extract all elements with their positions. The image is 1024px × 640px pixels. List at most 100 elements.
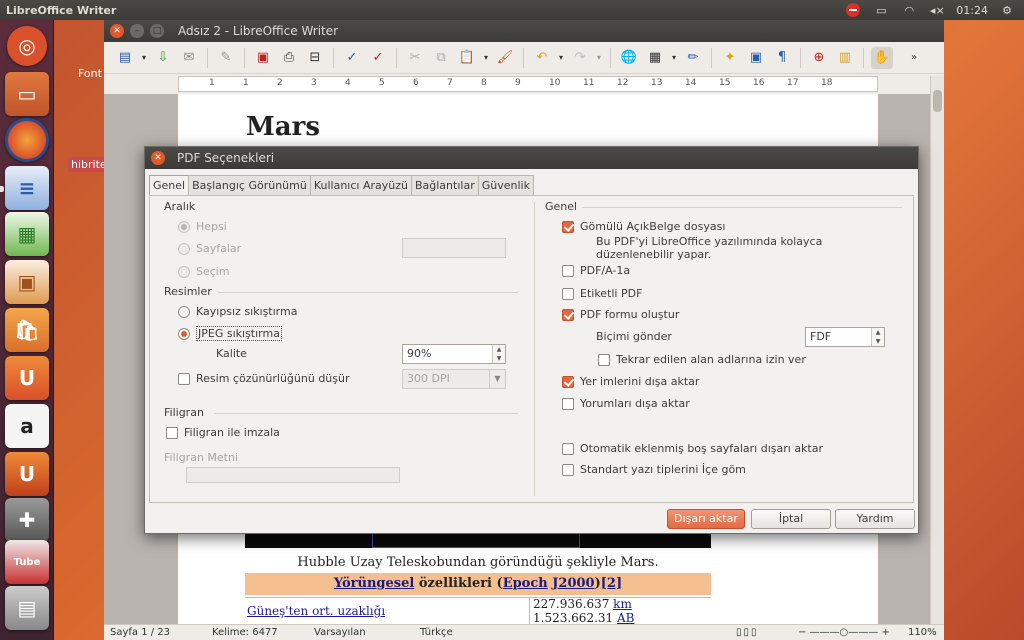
undo-icon[interactable]: ↶ (531, 47, 553, 69)
chevron-down-icon[interactable]: ▾ (670, 47, 678, 69)
table-row-unit-km-link[interactable]: km (613, 597, 632, 611)
copy-icon[interactable]: ⧉ (430, 47, 452, 69)
tab-genel[interactable]: Genel (149, 175, 190, 196)
tab-initial-view[interactable]: Başlangıç Görünümü (188, 175, 311, 195)
chevron-down-icon[interactable]: ▾ (557, 47, 565, 69)
range-pages-input[interactable] (402, 238, 506, 258)
ubuntu-one-music-icon[interactable]: U (5, 452, 49, 496)
range-all-radio[interactable]: Hepsi (178, 220, 227, 233)
hyperlink-icon[interactable]: 🌐 (618, 47, 640, 69)
tagged-pdf-checkbox[interactable]: Etiketli PDF (562, 287, 642, 300)
cancel-button[interactable]: İptal (751, 509, 831, 529)
wifi-icon[interactable]: ◠ (900, 3, 918, 17)
status-words[interactable]: Kelime: 6477 (212, 627, 278, 638)
zoom-slider[interactable]: − ———○——— + (798, 627, 890, 638)
print-preview-icon[interactable]: ⊟ (304, 47, 326, 69)
gallery-icon[interactable]: ▣ (745, 47, 767, 69)
battery-icon[interactable]: ▭ (872, 3, 890, 17)
spellcheck-icon[interactable]: ✓ (341, 47, 363, 69)
save-icon[interactable]: ✉ (178, 47, 200, 69)
lossless-radio[interactable]: Kayıpsız sıkıştırma (178, 305, 297, 318)
print-icon[interactable]: ⎙ (278, 47, 300, 69)
impress-icon[interactable]: ▣ (5, 260, 49, 304)
redo-icon[interactable]: ↷ (569, 47, 591, 69)
scrollbar-thumb[interactable] (933, 90, 942, 112)
orbit-link-j2000[interactable]: J2000 (552, 576, 594, 591)
dpi-combobox[interactable]: 300 DPI ▼ (402, 369, 506, 389)
spin-arrows-icon[interactable]: ▲ ▼ (871, 328, 884, 346)
watermark-text-input[interactable] (186, 467, 400, 483)
jpeg-radio[interactable]: JPEG sıkıştırma (178, 326, 282, 341)
range-selection-radio[interactable]: Seçim (178, 265, 230, 278)
orbit-link-epoch[interactable]: Epoch (503, 576, 548, 591)
export-bookmarks-checkbox[interactable]: Yer imlerini dışa aktar (562, 375, 699, 388)
horizontal-ruler[interactable]: 1 1 2 3 4 5 6 7 8 9 10 11 12 13 14 15 16 17 18 (178, 76, 878, 92)
amazon-icon[interactable]: a (5, 404, 49, 448)
close-icon[interactable]: ✕ (151, 151, 165, 165)
no-entry-icon[interactable] (844, 3, 862, 17)
new-document-icon[interactable]: ▤ (114, 47, 136, 69)
table-row-unit-au-link[interactable]: AB (617, 611, 634, 625)
edit-file-icon[interactable]: ✎ (215, 47, 237, 69)
export-blank-pages-checkbox[interactable]: Otomatik eklenmiş boş sayfaları dışarı a… (562, 442, 823, 455)
desktop-label-fonts[interactable]: Font (78, 67, 102, 80)
calc-icon[interactable]: ▦ (5, 212, 49, 256)
table-icon[interactable]: ▦ (644, 47, 666, 69)
reduce-resolution-checkbox[interactable]: Resim çözünürlüğünü düşür (178, 372, 350, 385)
table-row-label-link[interactable]: Güneş'ten ort. uzaklığı (247, 604, 385, 618)
status-style[interactable]: Varsayılan (314, 627, 366, 638)
chevron-down-icon[interactable]: ▾ (482, 47, 490, 69)
clone-formatting-icon[interactable]: 🖌 (494, 47, 516, 69)
view-layout-icons[interactable]: ▯▯▯ (736, 627, 759, 638)
writer-icon[interactable]: ≡ (5, 166, 49, 210)
tab-links[interactable]: Bağlantılar (410, 175, 479, 195)
sign-watermark-checkbox[interactable]: Filigran ile imzala (166, 426, 280, 439)
tab-user-interface[interactable]: Kullanıcı Arayüzü (309, 175, 412, 195)
youtube-app-icon[interactable]: Tube (5, 540, 49, 584)
vertical-scrollbar[interactable] (930, 76, 944, 624)
status-zoom[interactable]: 110% (908, 627, 937, 638)
firefox-icon[interactable] (5, 118, 49, 162)
embed-odf-checkbox[interactable]: Gömülü AçıkBelge dosyası (562, 220, 725, 233)
cut-icon[interactable]: ✂ (404, 47, 426, 69)
paste-icon[interactable]: 📋 (456, 47, 478, 69)
ubuntu-one-icon[interactable]: U (5, 356, 49, 400)
create-form-checkbox[interactable]: PDF formu oluştur (562, 308, 679, 321)
spin-arrows-icon[interactable]: ▲ ▼ (492, 345, 505, 363)
open-icon[interactable]: ⇩ (152, 47, 174, 69)
export-pdf-icon[interactable]: ▣ (252, 47, 274, 69)
submit-format-combobox[interactable]: FDF ▲ ▼ (805, 327, 885, 347)
help-button[interactable]: Yardım (835, 509, 915, 529)
help-icon[interactable]: ⊕ (808, 47, 830, 69)
range-pages-radio[interactable]: Sayfalar (178, 242, 241, 255)
toolbar-overflow-icon[interactable]: » (903, 47, 925, 69)
quality-spinbox[interactable]: 90% ▲ ▼ (402, 344, 506, 364)
close-icon[interactable]: ✕ (110, 24, 124, 38)
minimize-icon[interactable]: – (130, 24, 144, 38)
show-draw-functions-icon[interactable]: ✏ (682, 47, 704, 69)
orbit-link-yorungesel[interactable]: Yörüngesel (334, 576, 414, 591)
files-icon[interactable]: ▭ (5, 72, 49, 116)
status-page[interactable]: Sayfa 1 / 23 (110, 627, 170, 638)
gear-icon[interactable]: ⚙ (998, 3, 1016, 17)
workspace-switcher-icon[interactable]: ▤ (5, 586, 49, 630)
allow-duplicate-names-checkbox[interactable]: Tekrar edilen alan adlarına izin ver (598, 353, 806, 366)
export-comments-checkbox[interactable]: Yorumları dışa aktar (562, 397, 690, 410)
maximize-icon[interactable]: □ (150, 24, 164, 38)
zoom-icon[interactable]: ✋ (871, 46, 893, 69)
volume-icon[interactable]: ◂× (928, 3, 946, 17)
navigator-icon[interactable]: ✦ (719, 47, 741, 69)
status-language[interactable]: Türkçe (420, 627, 453, 638)
data-sources-icon[interactable]: ▥ (834, 47, 856, 69)
clock[interactable]: 01:24 (956, 4, 988, 17)
system-settings-icon[interactable]: ✚ (5, 498, 49, 542)
software-center-icon[interactable]: 🛍 (5, 308, 49, 352)
chevron-down-icon[interactable]: ▼ (489, 370, 505, 388)
ubuntu-dash-icon[interactable]: ◎ (7, 26, 47, 66)
pdfa-checkbox[interactable]: PDF/A-1a (562, 264, 630, 277)
orbit-link-ref[interactable]: [2] (601, 576, 622, 591)
tab-security[interactable]: Güvenlik (477, 175, 534, 195)
embed-standard-fonts-checkbox[interactable]: Standart yazı tiplerini İçe göm (562, 463, 746, 476)
chevron-down-icon[interactable]: ▾ (595, 47, 603, 69)
formatting-marks-icon[interactable]: ¶ (771, 47, 793, 69)
